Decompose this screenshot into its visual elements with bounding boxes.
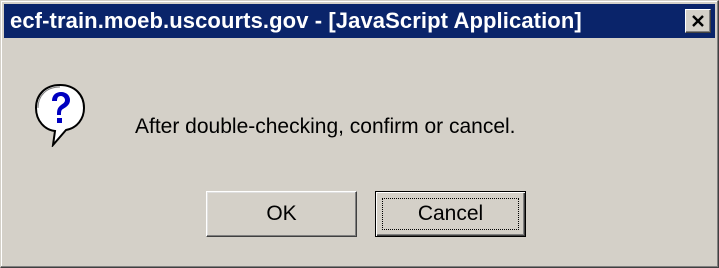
cancel-button[interactable]: Cancel: [375, 191, 526, 237]
cancel-button-label: Cancel: [417, 202, 484, 225]
window-title: ecf-train.moeb.uscourts.gov - [JavaScrip…: [10, 8, 582, 33]
title-bar[interactable]: ecf-train.moeb.uscourts.gov - [JavaScrip…: [4, 4, 715, 38]
confirm-dialog: ecf-train.moeb.uscourts.gov - [JavaScrip…: [0, 0, 719, 268]
close-button[interactable]: [685, 9, 711, 33]
ok-button[interactable]: OK: [206, 191, 357, 237]
dialog-message: After double-checking, confirm or cancel…: [135, 115, 516, 138]
ok-button-label: OK: [266, 202, 297, 225]
question-icon: [34, 83, 86, 147]
close-icon: [692, 15, 704, 27]
